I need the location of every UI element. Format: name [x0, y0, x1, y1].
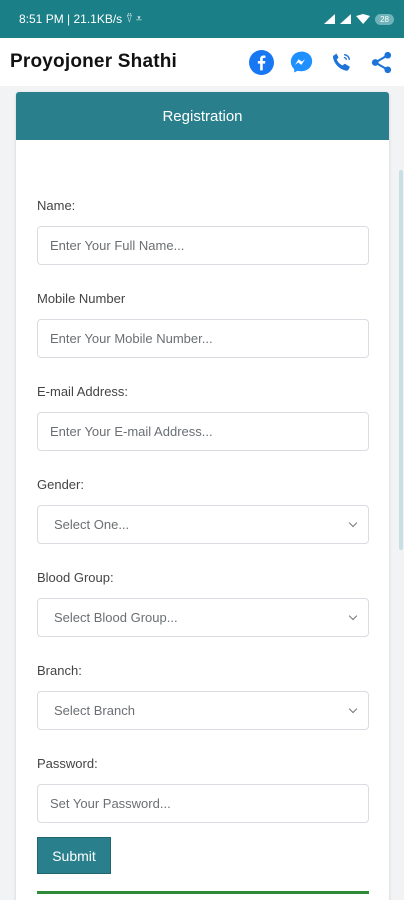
name-field-group: Name: Enter Your Full Name...	[37, 198, 369, 265]
gender-select[interactable]: Select One...	[37, 505, 369, 544]
gender-label: Gender:	[37, 477, 84, 492]
branch-field-group: Branch: Select Branch	[37, 663, 369, 730]
branch-label: Branch:	[37, 663, 82, 678]
email-label: E-mail Address:	[37, 384, 129, 399]
app-bar-actions	[249, 49, 394, 75]
name-label: Name:	[37, 198, 76, 213]
mobile-input[interactable]: Enter Your Mobile Number...	[37, 319, 369, 358]
chevron-down-icon	[348, 611, 358, 620]
branch-select-value: Select Branch	[54, 703, 135, 718]
submit-button[interactable]: Submit	[37, 837, 111, 874]
scrollbar[interactable]	[399, 170, 403, 550]
gender-field-group: Gender: Select One...	[37, 477, 369, 544]
messenger-icon[interactable]	[289, 50, 314, 75]
battery-badge: 28	[375, 13, 394, 25]
mobile-field-group: Mobile Number Enter Your Mobile Number..…	[37, 291, 369, 358]
password-field-group: Password: Set Your Password...	[37, 756, 369, 823]
gender-select-value: Select One...	[54, 517, 130, 532]
email-field-group: E-mail Address: Enter Your E-mail Addres…	[37, 384, 369, 451]
signal-icon	[324, 14, 336, 24]
status-bar: 8:51 PM | 21.1KB/s ⍢ ⩡ 28	[0, 0, 404, 38]
mobile-label: Mobile Number	[37, 291, 126, 306]
registration-header: Registration	[16, 92, 389, 140]
status-time: 8:51 PM | 21.1KB/s	[19, 12, 123, 26]
wifi-icon	[356, 14, 371, 24]
app-title: Proyojoner Shathi	[10, 51, 178, 72]
blood-group-field-group: Blood Group: Select Blood Group...	[37, 570, 369, 637]
password-input[interactable]: Set Your Password...	[37, 784, 369, 823]
email-input[interactable]: Enter Your E-mail Address...	[37, 412, 369, 451]
name-input[interactable]: Enter Your Full Name...	[37, 226, 369, 265]
blood-group-label: Blood Group:	[37, 570, 114, 585]
phone-icon[interactable]	[329, 50, 354, 75]
status-extra-icons: ⍢ ⩡	[126, 12, 143, 25]
chevron-down-icon	[348, 704, 358, 713]
blood-group-select-value: Select Blood Group...	[54, 610, 178, 625]
branch-select[interactable]: Select Branch	[37, 691, 369, 730]
blood-group-select[interactable]: Select Blood Group...	[37, 598, 369, 637]
chevron-down-icon	[348, 518, 358, 527]
password-label: Password:	[37, 756, 98, 771]
app-bar: Proyojoner Shathi	[0, 38, 404, 86]
divider-line	[37, 891, 369, 894]
share-icon[interactable]	[369, 50, 394, 75]
registration-card: Registration Name: Enter Your Full Name.…	[16, 92, 389, 900]
facebook-icon[interactable]	[249, 49, 274, 75]
signal-icon-2	[340, 14, 352, 24]
